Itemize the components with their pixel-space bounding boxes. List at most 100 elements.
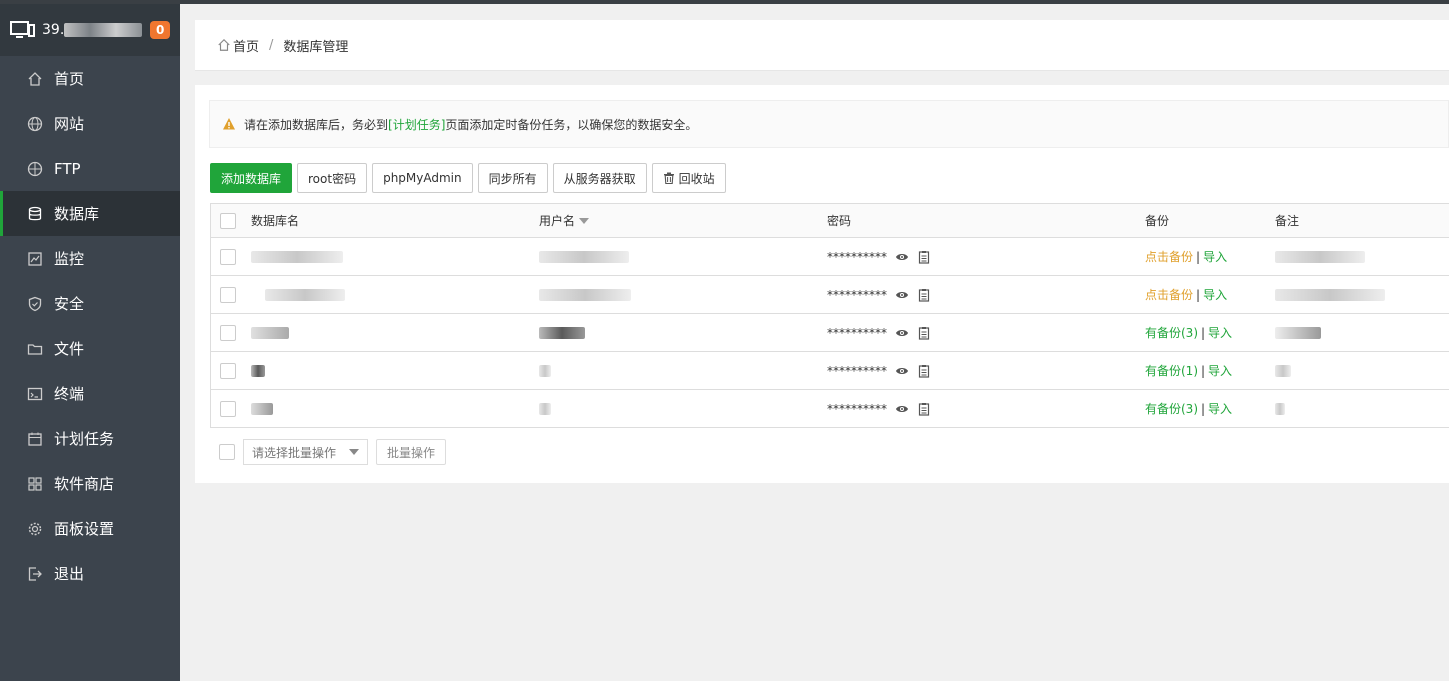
root-password-button[interactable]: root密码 xyxy=(297,163,368,193)
terminal-icon xyxy=(26,385,44,403)
copy-icon[interactable] xyxy=(917,288,931,302)
notice-text-after: 页面添加定时备份任务，以确保您的数据安全。 xyxy=(445,117,698,132)
import-link[interactable]: 导入 xyxy=(1208,324,1232,341)
db-name-redacted[interactable] xyxy=(251,352,265,389)
header-password: 密码 xyxy=(827,214,852,228)
backup-link[interactable]: 有备份(3) xyxy=(1145,400,1198,417)
table-row: ********** 有备份(1) | 导入 xyxy=(211,352,1449,390)
backup-link[interactable]: 点击备份 xyxy=(1145,286,1193,303)
username-redacted xyxy=(539,238,629,275)
eye-icon[interactable] xyxy=(895,326,909,340)
backup-link[interactable]: 有备份(3) xyxy=(1145,324,1198,341)
bulk-select-checkbox[interactable] xyxy=(219,444,235,460)
sidebar-item-home[interactable]: 首页 xyxy=(0,56,180,101)
chart-icon xyxy=(26,250,44,268)
trash-icon xyxy=(663,172,675,185)
username-redacted xyxy=(539,276,631,313)
import-link[interactable]: 导入 xyxy=(1208,400,1232,417)
sidebar-item-store[interactable]: 软件商店 xyxy=(0,461,180,506)
fetch-from-server-button[interactable]: 从服务器获取 xyxy=(552,163,647,193)
note-redacted[interactable] xyxy=(1275,238,1365,275)
bulk-actions: 请选择批量操作 批量操作 xyxy=(219,439,447,465)
header-note: 备注 xyxy=(1275,214,1300,228)
monitor-icon xyxy=(10,20,36,40)
backup-link[interactable]: 有备份(1) xyxy=(1145,362,1198,379)
db-name-redacted[interactable] xyxy=(251,276,345,313)
copy-icon[interactable] xyxy=(917,402,931,416)
header-user[interactable]: 用户名 xyxy=(539,204,590,237)
note-redacted[interactable] xyxy=(1275,390,1285,427)
server-ip: 39. xyxy=(42,20,142,40)
copy-icon[interactable] xyxy=(917,364,931,378)
bulk-action-select[interactable]: 请选择批量操作 xyxy=(243,439,368,465)
breadcrumb: 首页 / 数据库管理 xyxy=(195,20,1449,71)
sidebar-item-ftp[interactable]: FTP xyxy=(0,146,180,191)
eye-icon[interactable] xyxy=(895,288,909,302)
eye-icon[interactable] xyxy=(895,364,909,378)
password-cell: ********** xyxy=(827,352,931,389)
sync-all-button[interactable]: 同步所有 xyxy=(477,163,548,193)
home-icon xyxy=(217,38,231,52)
breadcrumb-separator: / xyxy=(269,37,274,53)
server-header: 39. 0 xyxy=(0,4,180,56)
backup-cell: 点击备份 | 导入 xyxy=(1145,286,1228,303)
db-name-redacted[interactable] xyxy=(251,390,273,427)
sidebar-item-cron[interactable]: 计划任务 xyxy=(0,416,180,461)
row-checkbox[interactable] xyxy=(220,400,236,417)
notification-badge[interactable]: 0 xyxy=(150,21,171,39)
header-backup: 备份 xyxy=(1145,214,1170,228)
breadcrumb-home[interactable]: 首页 xyxy=(233,36,259,55)
phpmyadmin-button[interactable]: phpMyAdmin xyxy=(372,163,473,193)
globe-icon xyxy=(26,115,44,133)
calendar-icon xyxy=(26,430,44,448)
row-checkbox[interactable] xyxy=(220,362,236,379)
recycle-bin-button[interactable]: 回收站 xyxy=(651,163,726,193)
database-icon xyxy=(26,205,44,223)
top-bar xyxy=(0,0,1449,4)
table-row: ********** 有备份(3) | 导入 xyxy=(211,314,1449,352)
password-cell: ********** xyxy=(827,276,931,313)
db-name-redacted[interactable] xyxy=(251,238,343,275)
password-cell: ********** xyxy=(827,314,931,351)
copy-icon[interactable] xyxy=(917,250,931,264)
sidebar-item-settings[interactable]: 面板设置 xyxy=(0,506,180,551)
sidebar-item-terminal[interactable]: 终端 xyxy=(0,371,180,416)
note-redacted[interactable] xyxy=(1275,276,1385,313)
table-row: ********** 有备份(3) | 导入 xyxy=(211,390,1449,428)
backup-link[interactable]: 点击备份 xyxy=(1145,248,1193,265)
cron-link[interactable]: [计划任务] xyxy=(388,116,445,133)
eye-icon[interactable] xyxy=(895,402,909,416)
row-checkbox[interactable] xyxy=(220,248,236,265)
note-redacted[interactable] xyxy=(1275,352,1291,389)
username-redacted xyxy=(539,352,551,389)
row-checkbox[interactable] xyxy=(220,286,236,303)
import-link[interactable]: 导入 xyxy=(1203,286,1227,303)
sidebar-item-security[interactable]: 安全 xyxy=(0,281,180,326)
sidebar-item-database[interactable]: 数据库 xyxy=(0,191,180,236)
notice-text-before: 请在添加数据库后，务必到 xyxy=(244,117,389,132)
sidebar-item-files[interactable]: 文件 xyxy=(0,326,180,371)
db-name-redacted[interactable] xyxy=(251,314,289,351)
backup-cell: 有备份(3) | 导入 xyxy=(1145,400,1233,417)
database-table: 数据库名 用户名 密码 备份 备注 ********** 点击备份 | 导入 ***… xyxy=(210,203,1449,428)
breadcrumb-current: 数据库管理 xyxy=(283,39,349,55)
select-all-checkbox[interactable] xyxy=(220,212,236,229)
backup-notice: 请在添加数据库后，务必到 [计划任务] 页面添加定时备份任务，以确保您的数据安全。 xyxy=(209,100,1449,148)
row-checkbox[interactable] xyxy=(220,324,236,341)
import-link[interactable]: 导入 xyxy=(1208,362,1232,379)
toolbar: 添加数据库 root密码 phpMyAdmin 同步所有 从服务器获取 回收站 xyxy=(210,163,726,193)
bulk-action-button[interactable]: 批量操作 xyxy=(376,439,447,465)
sidebar-item-website[interactable]: 网站 xyxy=(0,101,180,146)
eye-icon[interactable] xyxy=(895,250,909,264)
note-redacted[interactable] xyxy=(1275,314,1321,351)
sidebar-item-logout[interactable]: 退出 xyxy=(0,551,180,596)
import-link[interactable]: 导入 xyxy=(1203,248,1227,265)
username-redacted xyxy=(539,314,585,351)
add-database-button[interactable]: 添加数据库 xyxy=(210,163,293,193)
backup-cell: 有备份(3) | 导入 xyxy=(1145,324,1233,341)
shield-icon xyxy=(26,295,44,313)
copy-icon[interactable] xyxy=(917,326,931,340)
header-name: 数据库名 xyxy=(251,214,300,228)
sidebar-item-monitor[interactable]: 监控 xyxy=(0,236,180,281)
logout-icon xyxy=(26,565,44,583)
